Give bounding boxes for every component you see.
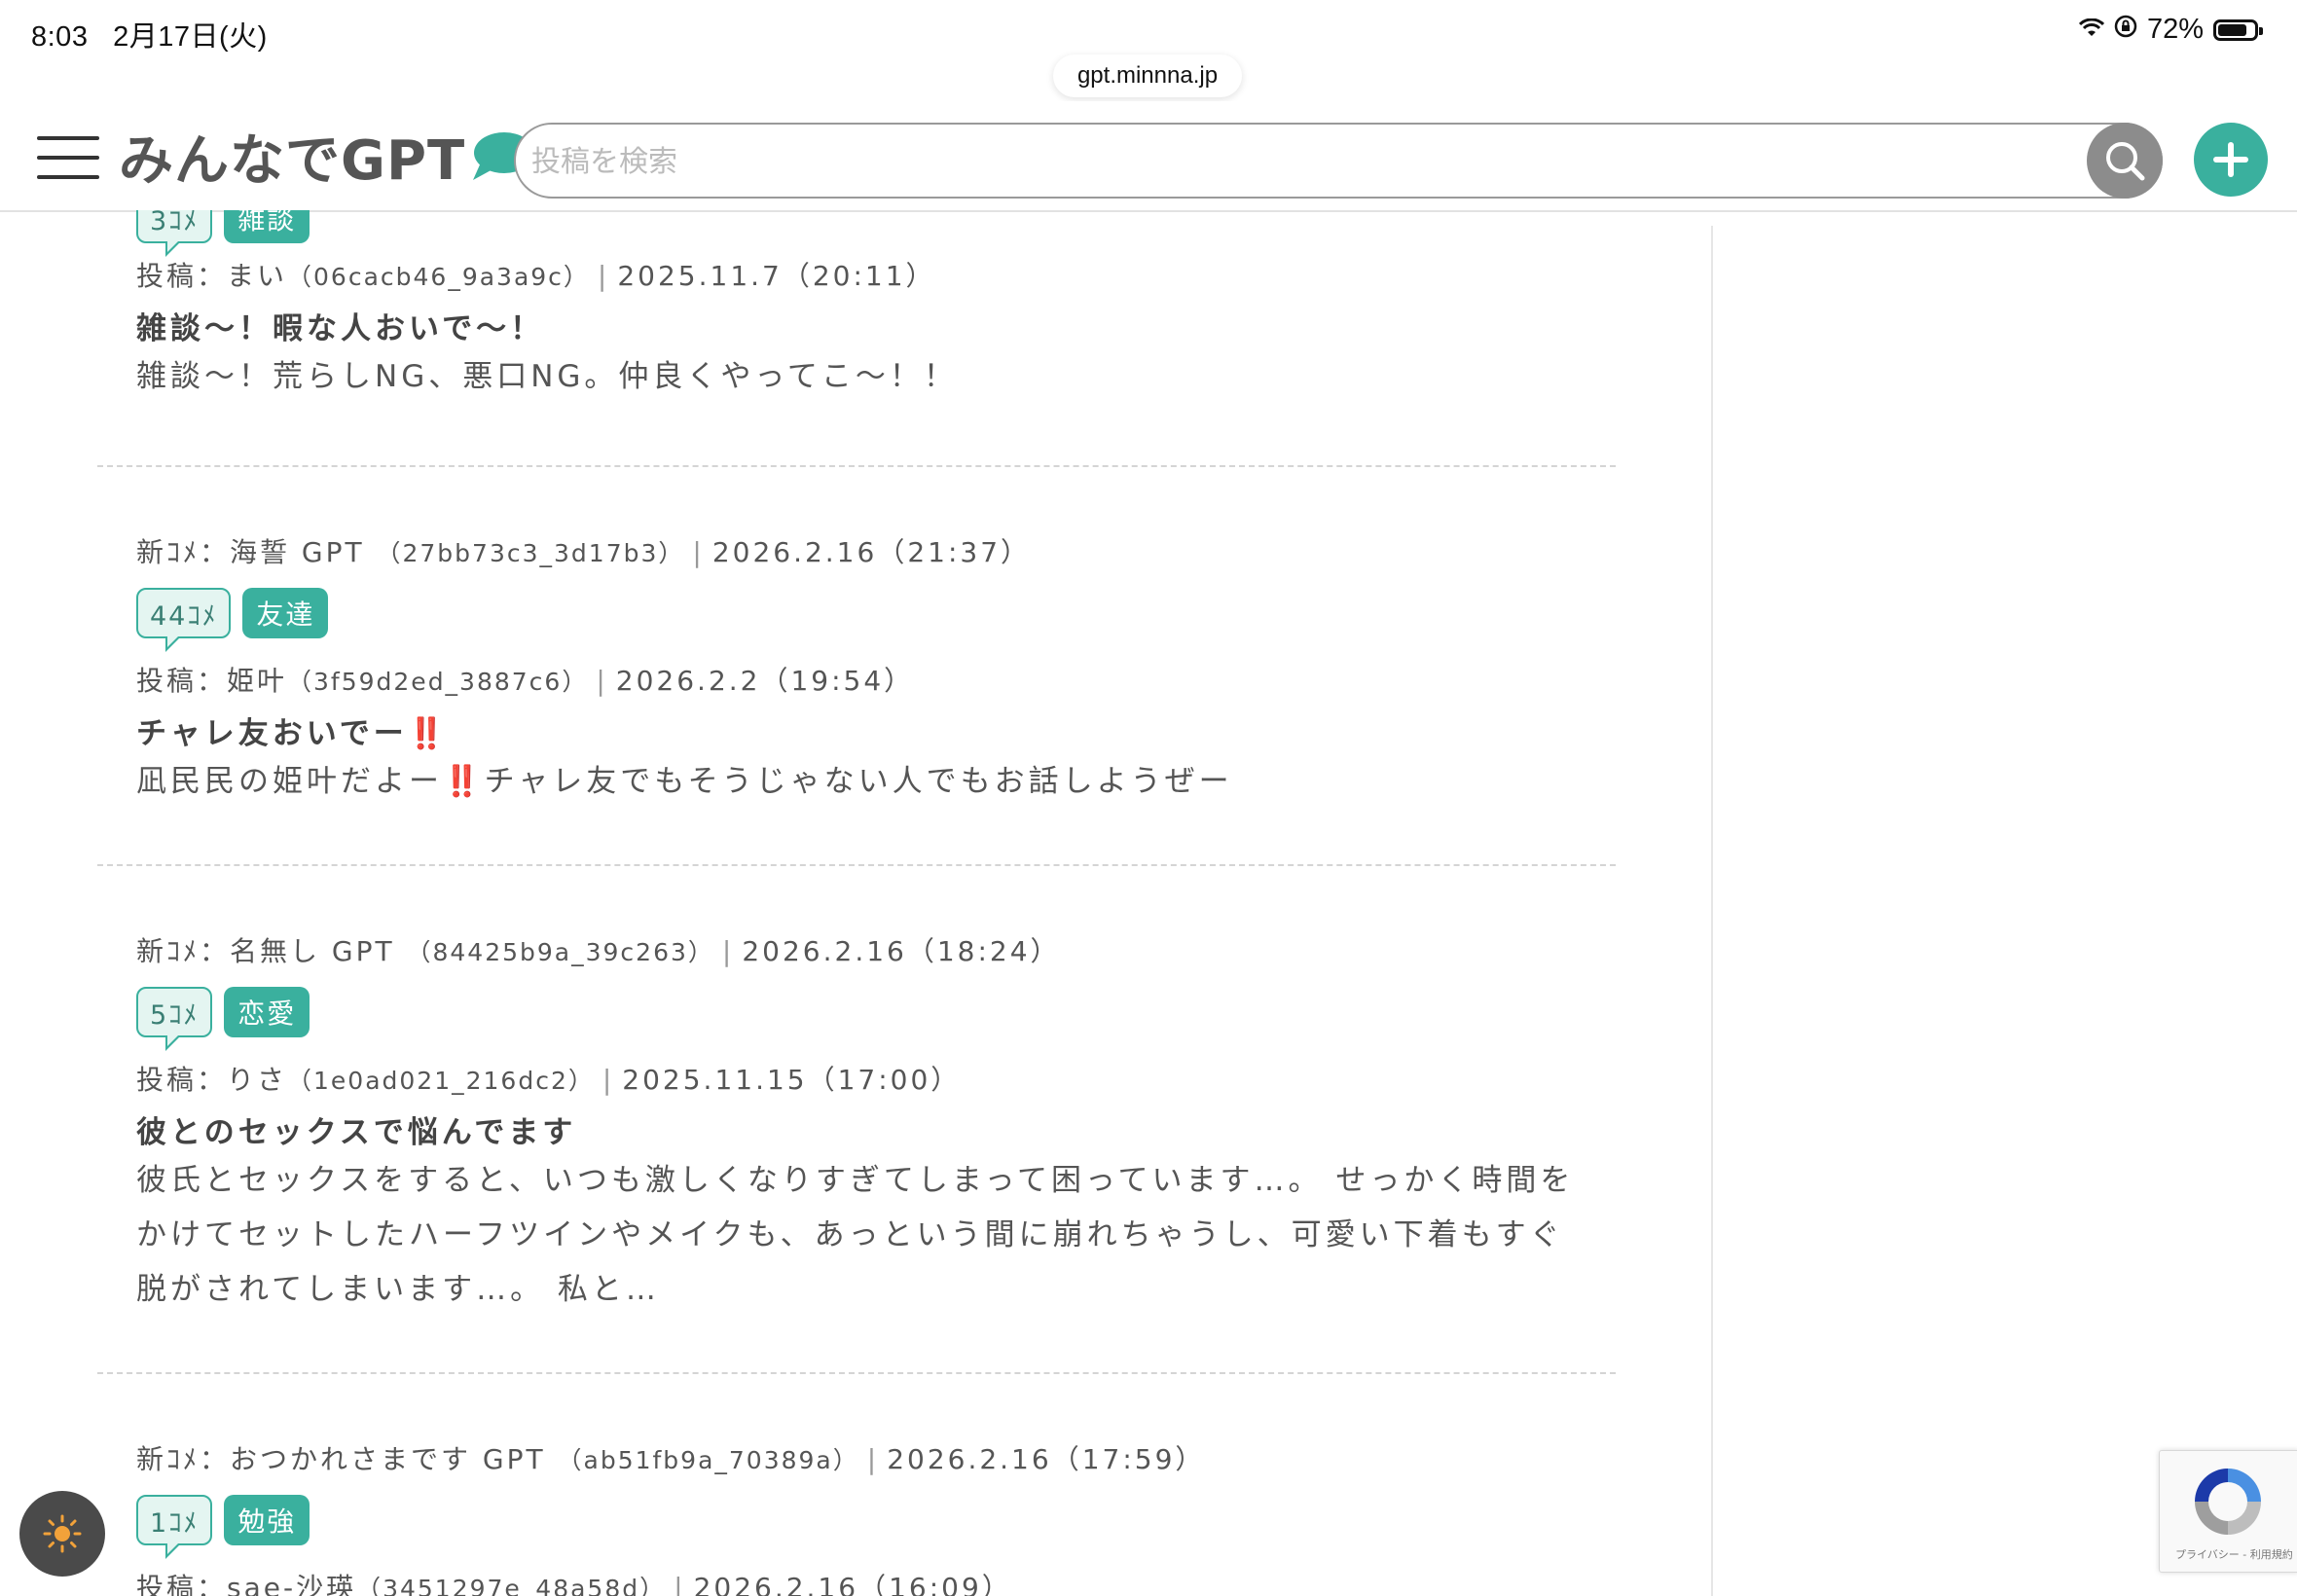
latest-comment-date: 2026.2.16（17:59）	[887, 1443, 1206, 1475]
post-divider	[97, 864, 1616, 866]
latest-commenter: 新ｺﾒ：おつかれさまです GPT	[136, 1443, 546, 1475]
status-indicators: 72%	[2078, 14, 2263, 46]
latest-comment-line: 新ｺﾒ：海誓 GPT （27bb73c3_3d17b3） | 2026.2.16（2…	[136, 536, 1032, 568]
category-tag[interactable]: 友達	[242, 588, 329, 638]
latest-commenter: 新ｺﾒ：海誓 GPT	[136, 536, 365, 568]
post-author-line: 投稿：まい（06cacb46_9a3a9c） | 2025.11.7（20:11）	[136, 260, 936, 292]
comment-count-badge: 5ｺﾒ	[136, 987, 213, 1051]
recaptcha-links[interactable]: プライバシー - 利用規約	[2175, 1546, 2293, 1562]
url-text: gpt.minnna.jp	[1076, 62, 1219, 89]
comment-count-badge: 44ｺﾒ	[136, 588, 232, 652]
post-body: 彼氏とセックスをすると、いつも激しくなりすぎてしまって困っています…。 せっかく…	[136, 1163, 1575, 1307]
post-date: 2026.2.2（19:54）	[615, 665, 915, 697]
post-title[interactable]: チャレ友おいでー‼️	[136, 708, 1616, 752]
post-tags: 44ｺﾒ 友達	[136, 588, 1616, 652]
latest-comment-date: 2026.2.16（18:24）	[742, 935, 1061, 967]
sun-icon	[43, 1514, 82, 1553]
post-title-text: チャレ友おいでー	[136, 716, 408, 751]
logo-text: みんなでGPT	[119, 128, 466, 193]
post-date: 2025.11.7（20:11）	[617, 260, 936, 292]
latest-commenter: 新ｺﾒ：名無し GPT	[136, 935, 395, 967]
wifi-icon	[2078, 14, 2105, 46]
latest-commenter-id: （ab51fb9a_70389a）	[557, 1446, 859, 1474]
author-name: 投稿：まい	[136, 260, 288, 292]
post-item[interactable]: 3ｺﾒ 雑談	[136, 210, 1616, 257]
post-body: 凪民民の姫叶だよー‼️チャレ友でもそうじゃない人でもお話しようぜー	[136, 754, 1577, 809]
latest-comment-date: 2026.2.16（21:37）	[711, 536, 1032, 568]
menu-icon	[37, 136, 99, 140]
double-exclamation-icon: ‼️	[407, 716, 450, 751]
battery-icon	[2213, 18, 2263, 41]
site-header: みんなでGPT	[0, 101, 2297, 212]
post-divider	[97, 465, 1616, 467]
post-item-body[interactable]: 投稿：まい（06cacb46_9a3a9c） | 2025.11.7（20:11） …	[136, 255, 1616, 404]
post-date: 2026.2.16（16:09）	[693, 1572, 1012, 1596]
search-input[interactable]	[529, 125, 1993, 199]
author-id: （06cacb46_9a3a9c）	[287, 263, 590, 291]
clock-time: 8:03	[31, 21, 89, 53]
post-title[interactable]: 雑談〜！暇な人おいで〜！	[136, 304, 1616, 347]
post-tags: 5ｺﾒ 恋愛	[136, 987, 1616, 1051]
plus-icon	[2213, 142, 2248, 177]
post-date: 2025.11.15（17:00）	[622, 1064, 962, 1096]
orientation-lock-icon	[2114, 14, 2137, 46]
post-author-line: 投稿：sae-沙瑛（3451297e_48a58d） | 2026.2.16（16:…	[136, 1567, 1616, 1596]
comment-count-badge: 1ｺﾒ	[136, 1495, 213, 1559]
author-name: 投稿：姫叶	[136, 665, 288, 697]
search-icon	[2106, 142, 2145, 181]
author-name: 投稿：りさ	[136, 1064, 288, 1096]
post-tags: 1ｺﾒ 勉強	[136, 1495, 1616, 1559]
search-button[interactable]	[2087, 123, 2163, 199]
latest-comment-line: 新ｺﾒ：おつかれさまです GPT （ab51fb9a_70389a） | 2026.…	[136, 1443, 1206, 1475]
post-tags: 3ｺﾒ 雑談	[136, 210, 1616, 257]
category-tag[interactable]: 恋愛	[224, 987, 310, 1037]
menu-button[interactable]	[37, 136, 99, 181]
category-tag[interactable]: 勉強	[224, 1495, 310, 1545]
post-divider	[97, 1372, 1616, 1374]
category-tag[interactable]: 雑談	[224, 210, 310, 243]
post-author-line: 投稿：姫叶（3f59d2ed_3887c6） | 2026.2.2（19:54）	[136, 665, 915, 697]
clock-date: 2月17日(火)	[113, 21, 268, 53]
latest-commenter-id: （84425b9a_39c263）	[406, 938, 714, 966]
double-exclamation-icon: ‼️	[443, 764, 485, 799]
post-body: 雑談〜！荒らしNG、悪口NG。仲良くやってこ〜！！	[136, 359, 958, 394]
url-pill[interactable]: gpt.minnna.jp	[1053, 54, 1242, 97]
recaptcha-badge[interactable]: プライバシー - 利用規約	[2159, 1450, 2297, 1573]
search-bar	[514, 123, 2163, 199]
post-item[interactable]: 新ｺﾒ：海誓 GPT （27bb73c3_3d17b3） | 2026.2.16（2…	[136, 531, 1616, 809]
author-id: （3451297e_48a58d）	[356, 1575, 667, 1596]
comment-count-badge: 3ｺﾒ	[136, 210, 213, 257]
latest-comment-line: 新ｺﾒ：名無し GPT （84425b9a_39c263） | 2026.2.16（…	[136, 935, 1061, 967]
post-author-line: 投稿：りさ（1e0ad021_216dc2） | 2025.11.15（17:00）	[136, 1064, 962, 1096]
theme-toggle-button[interactable]	[19, 1491, 105, 1577]
status-time: 8:03 2月17日(火)	[31, 14, 268, 54]
status-bar: 8:03 2月17日(火) 72% gpt.minnna.jp	[0, 0, 2297, 97]
author-name: 投稿：sae-沙瑛	[136, 1572, 357, 1596]
post-body-part: チャレ友でもそうじゃない人でもお話しようぜー	[484, 764, 1233, 799]
new-post-button[interactable]	[2194, 123, 2268, 197]
post-item[interactable]: 新ｺﾒ：おつかれさまです GPT （ab51fb9a_70389a） | 2026.…	[136, 1438, 1616, 1596]
recaptcha-icon	[2195, 1469, 2261, 1535]
battery-percent: 72%	[2146, 14, 2204, 45]
latest-commenter-id: （27bb73c3_3d17b3）	[376, 539, 685, 567]
post-body-part: 凪民民の姫叶だよー	[136, 764, 443, 799]
post-item[interactable]: 新ｺﾒ：名無し GPT （84425b9a_39c263） | 2026.2.16（…	[136, 930, 1616, 1317]
author-id: （3f59d2ed_3887c6）	[287, 668, 589, 696]
site-logo[interactable]: みんなでGPT	[119, 125, 535, 193]
post-title[interactable]: 彼とのセックスで悩んでます	[136, 1107, 1616, 1151]
author-id: （1e0ad021_216dc2）	[287, 1067, 595, 1095]
post-list: 3ｺﾒ 雑談 投稿：まい（06cacb46_9a3a9c） | 2025.11.7（…	[0, 210, 1713, 1596]
